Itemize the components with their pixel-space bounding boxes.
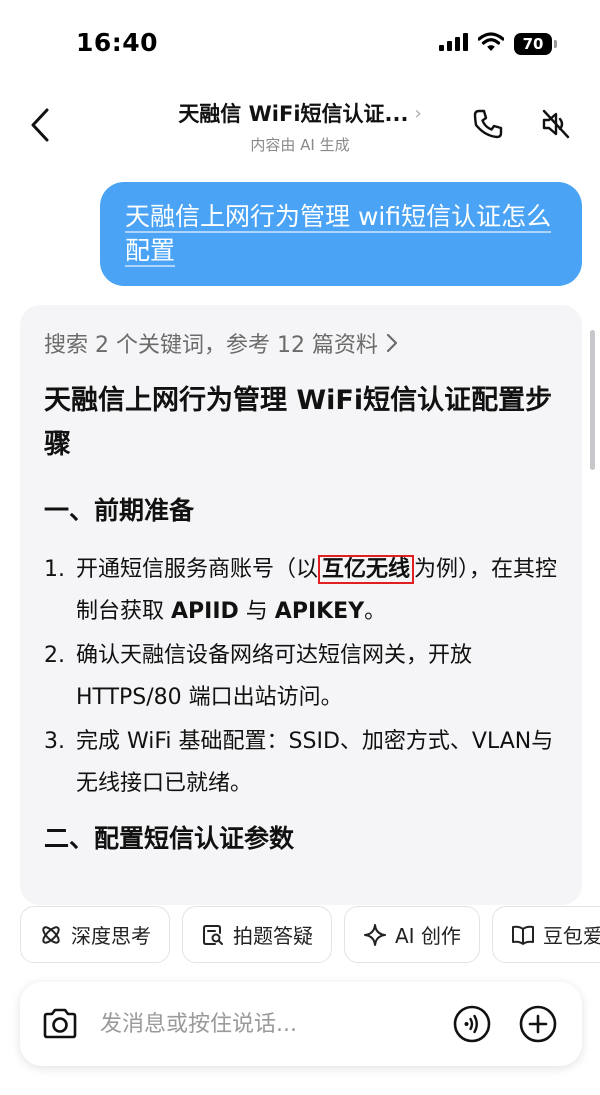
list-item-text: 开通短信服务商账号（以 互亿无线 为例），在其控制台获取 APIID 与 APIKE… (76, 555, 558, 624)
highlighted-term: 互亿无线 (318, 555, 415, 584)
camera-button[interactable] (38, 1002, 82, 1046)
user-message-bubble[interactable]: 天融信上网行为管理 wifi短信认证怎么配置 (100, 182, 582, 286)
user-message-text: 天融信上网行为管理 wifi短信认证怎么配置 (125, 202, 552, 265)
speaker-off-icon (542, 109, 570, 139)
list-number: 1. (44, 557, 65, 582)
atom-icon (42, 925, 60, 944)
status-bar: 16:40 70 (0, 0, 600, 80)
list-item-text: 完成 WiFi 基础配置：SSID、加密方式、VLAN与无线接口已就绪。 (76, 729, 554, 796)
ai-generated-note: 内容由 AI 生成 (250, 136, 350, 154)
chevron-right-icon: › (414, 102, 422, 124)
chip-photo-question[interactable]: 拍题答疑 (182, 906, 332, 963)
section-heading: 二、配置短信认证参数 (44, 824, 295, 853)
chip-doubao[interactable]: 豆包爱 (491, 906, 600, 963)
status-icons: 70 (438, 32, 557, 56)
photo-search-icon (203, 924, 223, 945)
phone-icon (473, 109, 503, 139)
ai-answer-card: 搜索 2 个关键词，参考 12 篇资料 天融信上网行为管理 WiFi短信认证配置… (20, 305, 582, 905)
search-reference-link[interactable]: 搜索 2 个关键词，参考 12 篇资料 (44, 327, 558, 359)
search-meta-text: 搜索 2 个关键词，参考 12 篇资料 (44, 333, 378, 358)
section-heading: 一、前期准备 (44, 496, 195, 525)
list-item: 2. 确认天融信设备网络可达短信网关，开放 HTTPS/80 端口出站访问。 (44, 635, 558, 719)
ordered-list: 1. 开通短信服务商账号（以 互亿无线 为例），在其控制台获取 APIID 与 AP… (44, 549, 558, 805)
message-input-bar (20, 982, 582, 1066)
answer-title: 天融信上网行为管理 WiFi短信认证配置步骤 (44, 385, 553, 460)
phone-call-button[interactable] (466, 102, 510, 146)
chevron-left-icon (31, 108, 49, 142)
voice-wave-icon (453, 1005, 491, 1043)
list-item-text: 确认天融信设备网络可达短信网关，开放 HTTPS/80 端口出站访问。 (76, 643, 473, 710)
message-input[interactable] (100, 1004, 440, 1044)
voice-call-button[interactable] (452, 1004, 492, 1044)
list-item: 1. 开通短信服务商账号（以 互亿无线 为例），在其控制台获取 APIID 与 AP… (44, 549, 558, 633)
wifi-icon (477, 32, 505, 56)
chip-deep-thinking[interactable]: 深度思考 (20, 906, 170, 963)
list-number: 3. (44, 729, 65, 754)
status-time: 16:40 (76, 28, 159, 57)
shortcut-chips: 深度思考 拍题答疑 AI 创作 豆包爱 (20, 906, 600, 964)
add-attachment-button[interactable] (518, 1004, 558, 1044)
plus-circle-icon (519, 1005, 557, 1043)
chevron-right-icon (386, 333, 398, 353)
scrollbar[interactable] (590, 330, 595, 470)
list-number: 2. (44, 643, 65, 668)
signal-icon (438, 32, 468, 56)
speaker-mute-button[interactable] (534, 102, 578, 146)
back-button[interactable] (20, 100, 60, 150)
conversation-title: 天融信 WiFi短信认证... (178, 102, 409, 126)
chat-header: 天融信 WiFi短信认证... › 内容由 AI 生成 (0, 90, 600, 160)
battery-indicator: 70 (514, 33, 557, 55)
list-item: 3. 完成 WiFi 基础配置：SSID、加密方式、VLAN与无线接口已就绪。 (44, 721, 558, 805)
conversation-title-area[interactable]: 天融信 WiFi短信认证... › 内容由 AI 生成 (140, 98, 460, 155)
camera-icon (43, 1008, 77, 1039)
book-icon (511, 925, 534, 945)
sparkle-icon (364, 923, 386, 946)
chip-ai-create[interactable]: AI 创作 (344, 906, 480, 963)
